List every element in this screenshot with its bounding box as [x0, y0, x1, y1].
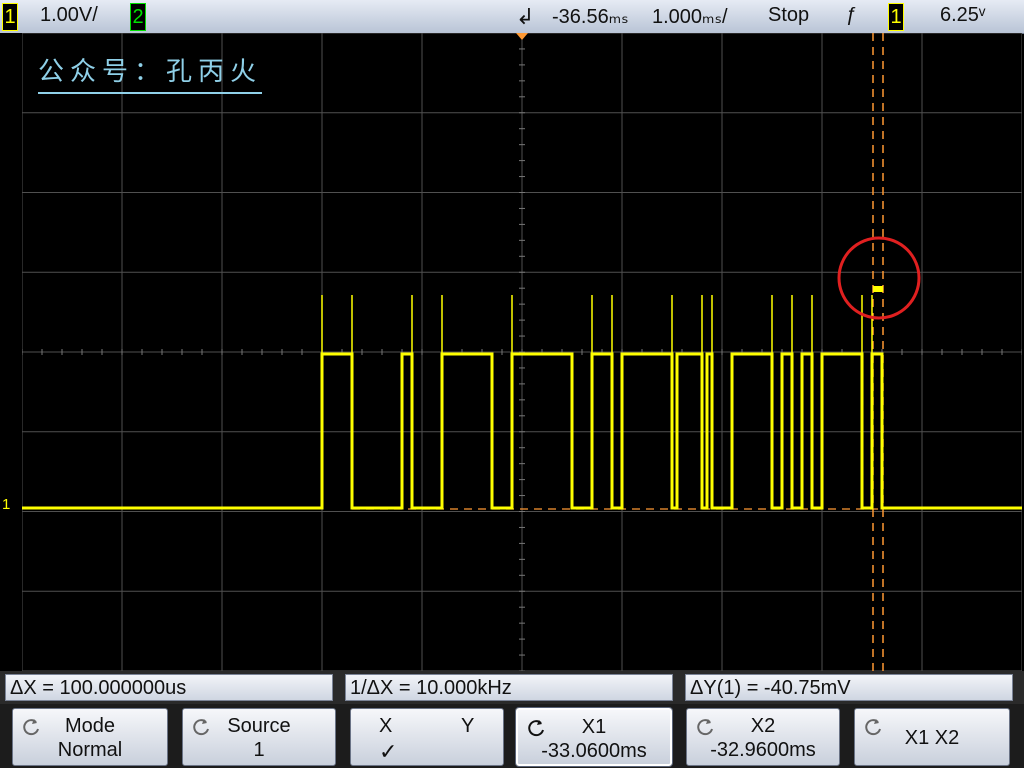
- x-option-label: X: [379, 715, 393, 737]
- delta-x-readout: ΔX = 100.000000us: [5, 674, 333, 701]
- channel-2-indicator[interactable]: 2: [130, 3, 146, 31]
- trigger-slope-icon: ƒ: [846, 4, 858, 26]
- channel-1-scale: 1.00V/: [40, 4, 98, 26]
- trace-cursor-segment: [873, 286, 883, 292]
- annotation-circle: [837, 236, 921, 320]
- source-value: 1: [253, 739, 265, 761]
- inverse-delta-x-readout: 1/ΔX = 10.000kHz: [345, 674, 673, 701]
- y-option-label: Y: [461, 715, 475, 737]
- channel-1-indicator[interactable]: 1: [2, 3, 18, 31]
- left-marker-strip: [0, 33, 22, 671]
- mode-label: Mode: [64, 715, 116, 737]
- graticule-svg: [22, 33, 1022, 671]
- ground-reference-marker: 1: [2, 496, 11, 513]
- trigger-position-marker: [516, 33, 528, 40]
- x2-cursor-softkey[interactable]: X2 -32.9600ms: [686, 708, 840, 766]
- delay-readout: -36.56ₘₛ: [552, 6, 629, 28]
- source-label: Source: [227, 715, 291, 737]
- watermark-text: 公众号：孔丙火: [38, 51, 263, 94]
- mode-value: Normal: [57, 739, 123, 761]
- timebase-readout: 1.000ₘₛ/: [652, 6, 728, 28]
- source-softkey[interactable]: Source 1: [182, 708, 336, 766]
- trigger-level-readout: 6.25ᵛ: [940, 4, 986, 26]
- waveform-display[interactable]: 公众号：孔丙火: [22, 33, 1022, 671]
- xy-cursor-softkey[interactable]: X Y ✓: [350, 708, 504, 766]
- mode-softkey[interactable]: Mode Normal: [12, 708, 168, 766]
- trigger-source-indicator: 1: [888, 3, 904, 31]
- run-state: Stop: [768, 4, 810, 26]
- x2-value: -32.9600ms: [710, 739, 816, 761]
- x1-value: -33.0600ms: [541, 740, 647, 762]
- status-bar: 1 1.00V/ 2 ↲ -36.56ₘₛ 1.000ₘₛ/ Stop ƒ 1 …: [0, 0, 1024, 34]
- checkmark-icon: ✓: [379, 739, 398, 764]
- x1-label: X1: [581, 716, 607, 738]
- trigger-position-icon: ↲: [516, 4, 535, 29]
- x2-label: X2: [750, 715, 776, 737]
- delta-y-readout: ΔY(1) = -40.75mV: [685, 674, 1013, 701]
- x1-cursor-softkey[interactable]: X1 -33.0600ms: [516, 708, 672, 766]
- softkey-bar: Mode Normal Source 1 X Y ✓ X1 -33.0600ms…: [0, 704, 1024, 768]
- x1-x2-softkey[interactable]: X1 X2: [854, 708, 1010, 766]
- x1-x2-label: X1 X2: [904, 727, 960, 749]
- measurement-strip: ΔX = 100.000000us 1/ΔX = 10.000kHz ΔY(1)…: [0, 671, 1024, 704]
